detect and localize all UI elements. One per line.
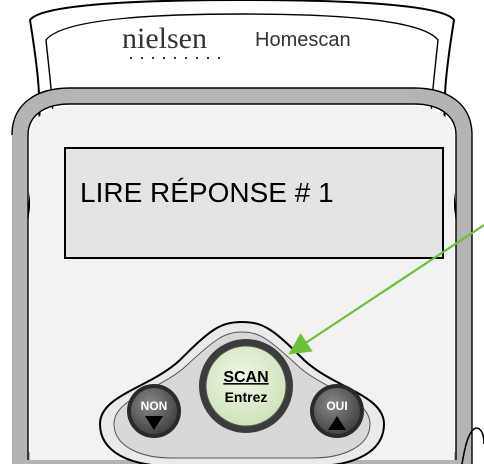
lcd-display-text: LIRE RÉPONSE # 1 bbox=[80, 177, 334, 208]
yes-button-label: OUI bbox=[326, 399, 347, 413]
model-name: Homescan bbox=[255, 29, 351, 51]
scan-button-label: SCAN bbox=[223, 369, 268, 386]
brand-logo: nielsen bbox=[122, 22, 207, 55]
no-button-label: NON bbox=[141, 399, 168, 413]
scan-button-sublabel: Entrez bbox=[225, 389, 268, 405]
yes-button[interactable]: OUI bbox=[310, 384, 364, 438]
scan-button[interactable]: SCAN Entrez bbox=[199, 339, 293, 433]
no-button[interactable]: NON bbox=[127, 384, 181, 438]
homescan-device: nielsen Homescan LIRE RÉPONSE # 1 SCAN E… bbox=[11, 0, 484, 464]
